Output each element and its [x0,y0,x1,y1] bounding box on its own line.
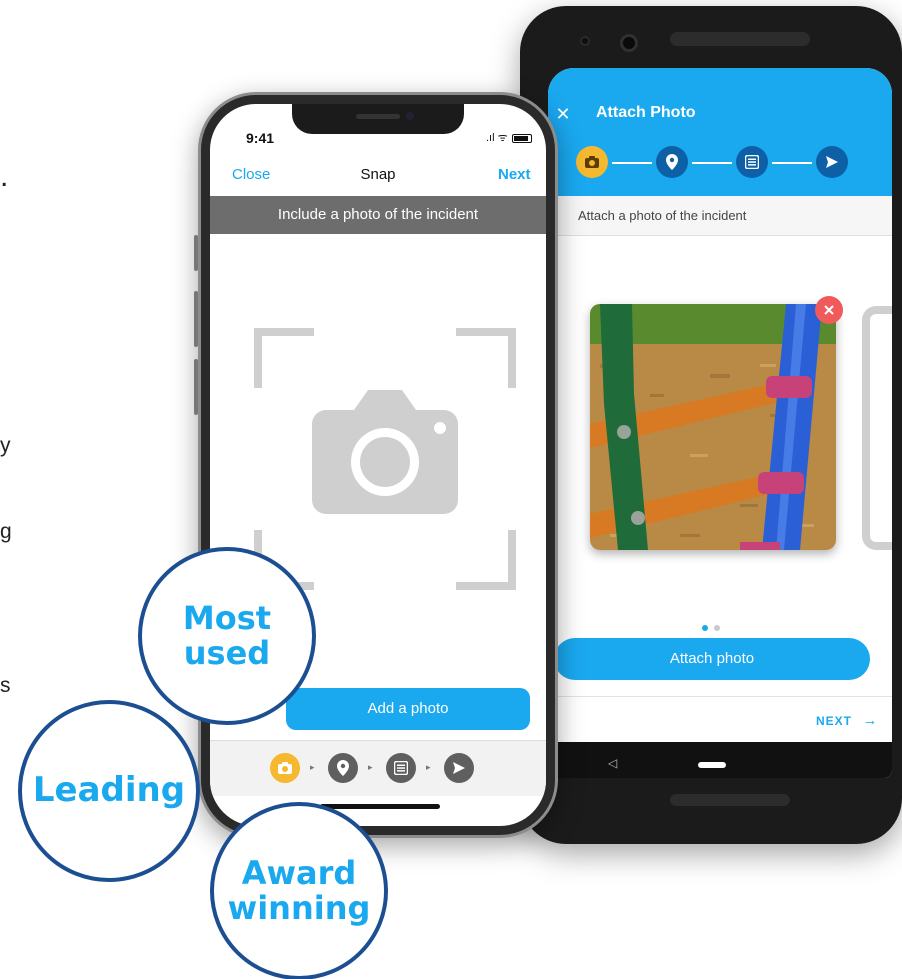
next-link-label: NEXT [816,714,853,728]
close-icon [824,305,834,315]
list-icon[interactable] [386,753,416,783]
add-photo-button[interactable]: Add a photo [286,688,530,730]
attached-photo[interactable] [590,304,836,550]
camera-viewfinder[interactable] [250,324,520,594]
next-link[interactable]: NEXT → [816,712,878,729]
android-step-indicator [576,146,876,180]
text-fragment-s: s [0,674,11,697]
iphone-step-toolbar: ▸ ▸ ▸ [210,740,546,796]
award-winning-label: Award winning [227,853,371,927]
next-photo-placeholder[interactable] [862,306,892,550]
location-pin-icon[interactable] [656,146,688,178]
text-fragment-y: y [0,434,11,457]
close-icon[interactable]: ✕ [548,104,578,125]
leading-label: Leading [32,770,186,811]
android-nav-bar: ◁ [548,742,892,778]
pager-dot-active[interactable] [702,625,708,631]
divider [548,696,892,697]
close-button[interactable]: Close [232,166,270,183]
battery-icon [512,134,532,143]
volume-down-button [194,359,198,415]
list-icon[interactable] [736,146,768,178]
signal-wifi-icon: .ıl ᯤ [486,132,508,144]
step-connector [612,162,652,164]
android-instruction-bar: Attach a photo of the incident [548,196,892,236]
most-used-label: Most used [182,598,272,672]
camera-icon [312,390,458,514]
camera-icon[interactable] [270,753,300,783]
text-fragment-g: g [0,520,12,543]
step-separator-icon: ▸ [426,762,431,772]
mute-switch [194,235,198,271]
android-screen: ✕ Attach Photo Attach a photo of the inc… [548,68,892,778]
iphone-notch [292,104,464,134]
next-button[interactable]: Next [498,166,531,183]
home-indicator[interactable] [320,804,440,809]
step-connector [692,162,732,164]
most-used-badge: Most used [138,547,316,725]
android-instruction-text: Attach a photo of the incident [578,208,747,223]
notch-speaker [356,114,400,119]
android-bottom-speaker [670,794,790,806]
send-icon[interactable] [816,146,848,178]
android-top-speaker [670,32,810,46]
pager-dots [702,618,726,636]
instruction-banner: Include a photo of the incident [210,196,546,234]
notch-camera [406,112,414,120]
status-time: 9:41 [246,130,275,146]
step-separator-icon: ▸ [368,762,373,772]
step-connector [772,162,812,164]
back-icon[interactable]: ◁ [608,756,617,770]
text-fragment-period: . [0,160,9,193]
award-winning-badge: Award winning [210,802,388,979]
home-pill[interactable] [698,762,726,768]
android-app-bar: ✕ Attach Photo [548,68,892,196]
arrow-right-icon: → [862,712,879,729]
send-icon[interactable] [444,753,474,783]
camera-icon[interactable] [576,146,608,178]
volume-up-button [194,291,198,347]
pager-dot[interactable] [714,625,720,631]
remove-photo-button[interactable] [815,296,843,324]
android-front-camera [620,34,638,52]
location-pin-icon[interactable] [328,753,358,783]
step-separator-icon: ▸ [310,762,315,772]
leading-badge: Leading [18,700,200,882]
android-page-title: Attach Photo [596,104,696,121]
android-sensor [580,36,590,46]
attach-photo-button[interactable]: Attach photo [554,638,870,680]
